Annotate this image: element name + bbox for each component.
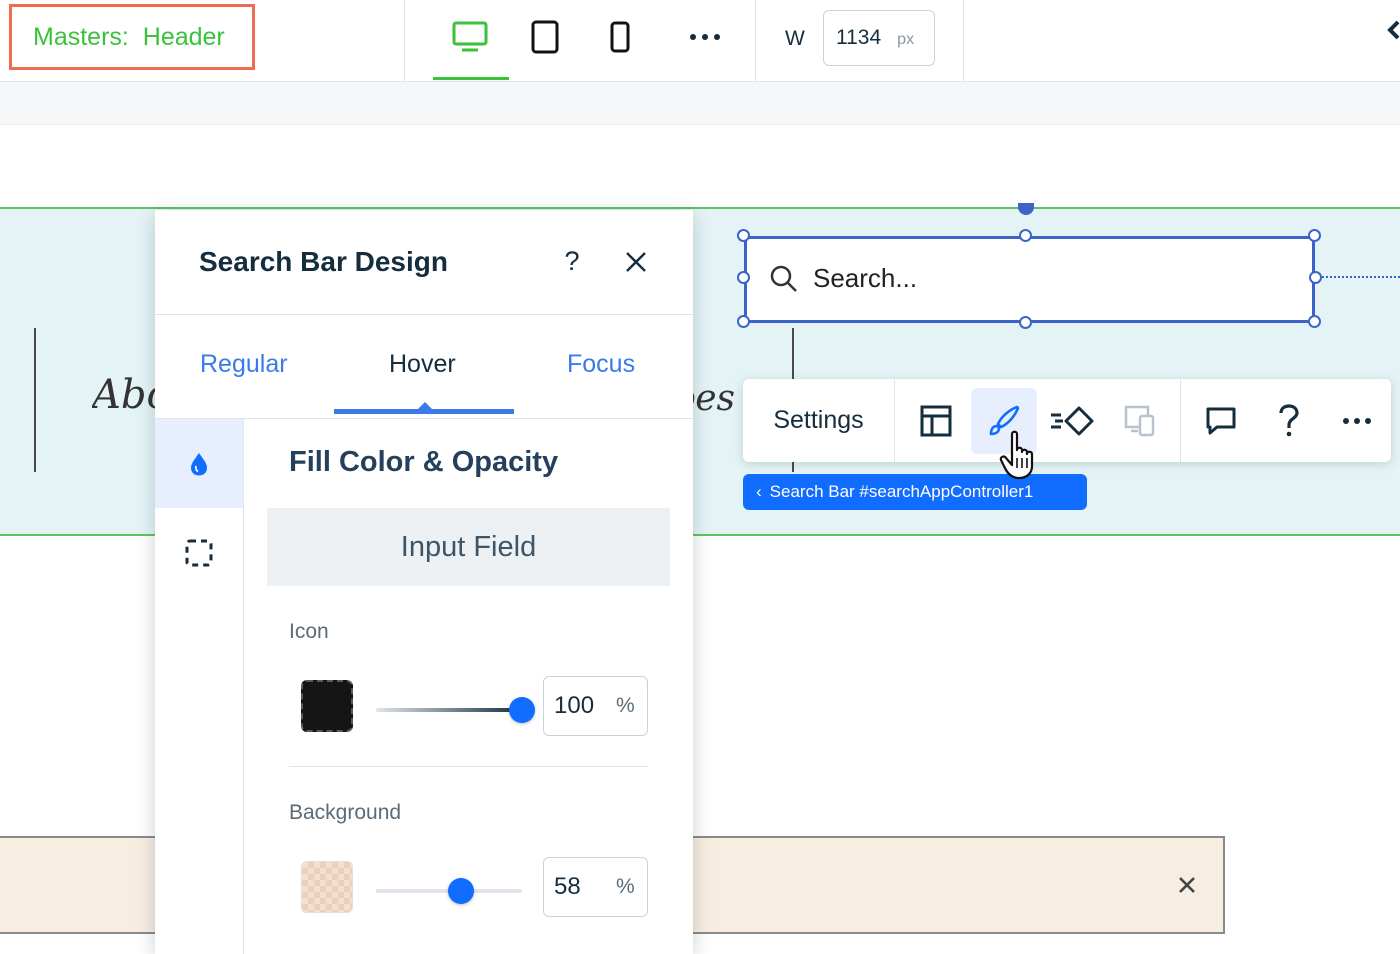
width-value: 1134	[836, 26, 882, 49]
comment-button[interactable]	[1188, 388, 1254, 454]
help-button[interactable]	[1256, 388, 1322, 454]
search-bar-design-panel: Search Bar Design ? Regular Hover Focus …	[155, 210, 693, 954]
more-actions-button[interactable]	[1324, 388, 1390, 454]
masters-spacer	[129, 23, 143, 52]
design-categories-rail	[155, 419, 244, 954]
border-category-button[interactable]	[155, 508, 243, 597]
percent-unit: %	[616, 694, 635, 717]
responsive-icon	[1124, 405, 1155, 436]
mobile-icon	[610, 21, 630, 53]
background-color-swatch[interactable]	[301, 861, 353, 913]
menu-text-left[interactable]: Abo	[92, 372, 156, 418]
ruler-strip	[0, 82, 1400, 125]
resize-handle-left[interactable]	[737, 271, 750, 284]
close-icon[interactable]	[624, 250, 648, 274]
layout-icon	[920, 405, 952, 436]
tablet-view-button[interactable]	[520, 12, 570, 62]
tab-regular[interactable]: Regular	[200, 350, 288, 379]
editor-top-bar: Masters: Header W 1134 px	[0, 0, 1400, 82]
resize-handle-top-left[interactable]	[737, 229, 750, 242]
masters-header-label[interactable]: Masters: Header	[9, 4, 255, 70]
masters-page-name: Header	[142, 22, 225, 51]
desktop-icon	[452, 21, 488, 52]
droplet-icon	[191, 452, 207, 475]
desktop-view-button[interactable]	[445, 12, 495, 62]
slider-knob[interactable]	[448, 878, 474, 904]
section-title: Fill Color & Opacity	[289, 446, 559, 478]
more-icon	[690, 34, 720, 40]
divider	[289, 766, 648, 767]
background-opacity-input[interactable]: 58 %	[543, 857, 648, 917]
search-placeholder: Search...	[813, 263, 918, 293]
icon-opacity-input[interactable]: 100 %	[543, 676, 648, 736]
active-tab-underline	[334, 409, 514, 414]
icon-label: Icon	[289, 620, 329, 643]
resize-handle-top[interactable]	[1019, 229, 1032, 242]
responsive-button[interactable]	[1107, 388, 1173, 454]
more-devices-button[interactable]	[680, 12, 730, 62]
background-opacity-value: 58	[554, 873, 581, 900]
resize-handle-right[interactable]	[1309, 271, 1322, 284]
snap-guide	[1322, 276, 1400, 278]
mobile-view-button[interactable]	[595, 12, 645, 62]
search-bar-content: Search...	[769, 263, 917, 294]
width-unit: px	[897, 31, 915, 48]
chevron-left-icon: ‹	[756, 482, 762, 501]
width-label: W	[785, 27, 805, 50]
divider	[755, 0, 756, 81]
tab-focus[interactable]: Focus	[567, 350, 635, 379]
masters-prefix: Masters:	[33, 22, 129, 51]
comment-icon	[1206, 407, 1236, 434]
part-selector-input-field[interactable]: Input Field	[267, 508, 670, 586]
slider-knob[interactable]	[509, 697, 535, 723]
resize-handle-bottom-right[interactable]	[1308, 315, 1321, 328]
layout-button[interactable]	[903, 388, 969, 454]
fill-category-button[interactable]	[155, 419, 243, 508]
width-input[interactable]: 1134 px	[823, 10, 935, 66]
vertical-line-element[interactable]	[792, 328, 794, 380]
animation-button[interactable]	[1039, 388, 1105, 454]
search-icon	[770, 265, 797, 292]
settings-button[interactable]: Settings	[743, 379, 895, 462]
tab-hover[interactable]: Hover	[389, 350, 456, 379]
more-icon	[1343, 417, 1371, 424]
help-button[interactable]: ?	[561, 246, 583, 277]
arrow-left-icon[interactable]	[1386, 20, 1400, 40]
panel-header[interactable]: Search Bar Design ?	[155, 210, 693, 315]
vertical-line-element[interactable]	[34, 328, 36, 472]
active-device-indicator	[433, 77, 509, 80]
help-icon	[1279, 403, 1299, 436]
breadcrumb-label: Search Bar #searchAppController1	[769, 482, 1034, 501]
animation-icon	[1051, 406, 1094, 435]
icon-opacity-value: 100	[554, 692, 595, 719]
resize-handle-bottom[interactable]	[1019, 316, 1032, 329]
resize-handle-bottom-left[interactable]	[737, 315, 750, 328]
slider-fill	[376, 708, 522, 712]
icon-opacity-slider[interactable]	[376, 697, 535, 723]
divider	[1180, 379, 1181, 462]
close-icon[interactable]	[1176, 874, 1198, 896]
tablet-icon	[531, 20, 559, 54]
selected-search-bar[interactable]: Search...	[744, 236, 1315, 323]
hand-cursor-icon	[999, 430, 1034, 480]
percent-unit: %	[616, 875, 635, 898]
panel-title: Search Bar Design	[199, 246, 448, 277]
divider	[404, 0, 405, 81]
menu-text-right[interactable]: pes	[693, 378, 735, 419]
background-opacity-slider[interactable]	[376, 878, 522, 904]
element-action-toolbar: Settings	[743, 379, 1391, 462]
dashed-border-icon	[185, 539, 213, 566]
resize-handle-top-right[interactable]	[1308, 229, 1321, 242]
background-label: Background	[289, 801, 402, 824]
divider	[963, 0, 964, 81]
icon-color-swatch[interactable]	[301, 680, 353, 732]
